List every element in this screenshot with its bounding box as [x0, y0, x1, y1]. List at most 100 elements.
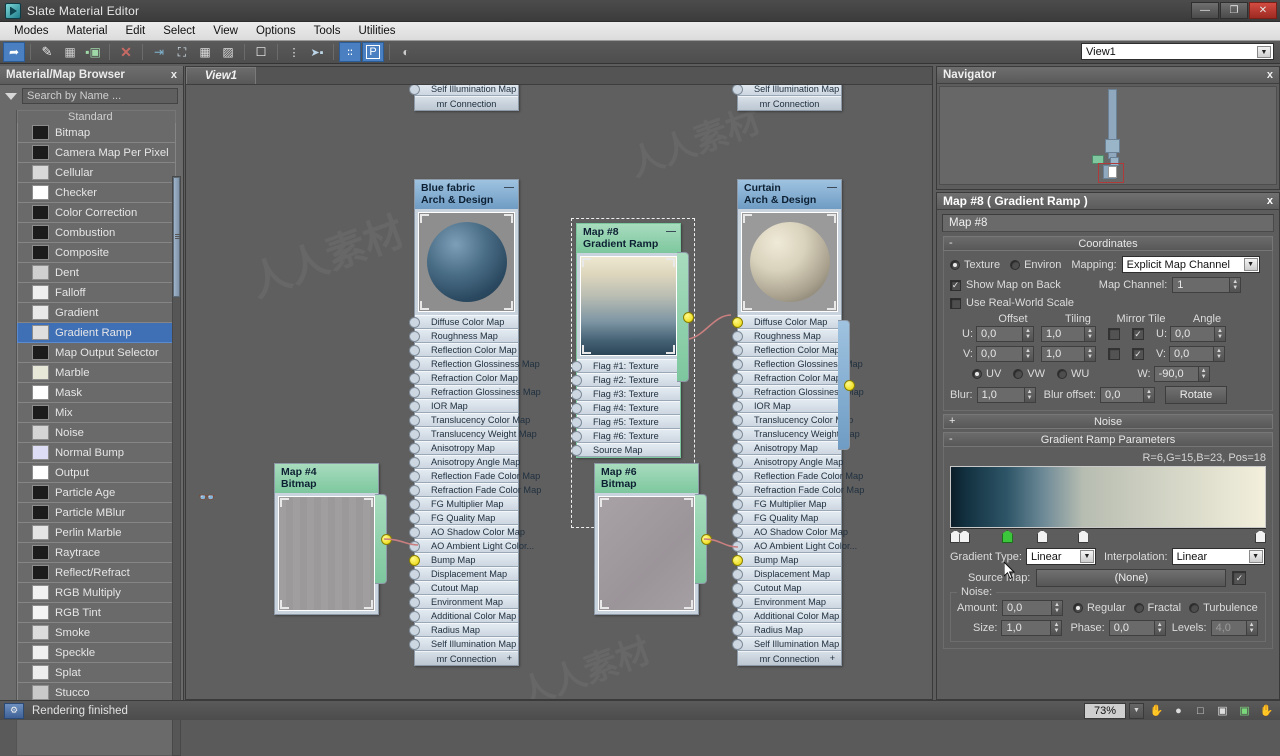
mirror-u-checkbox[interactable] [1108, 328, 1120, 340]
node-slot[interactable]: AO Ambient Light Color... [409, 539, 534, 553]
node-slot[interactable]: Anisotropy Map [732, 441, 841, 455]
node-slot[interactable]: FG Multiplier Map [409, 497, 518, 511]
angle-u-value[interactable]: 0,0 [1170, 326, 1215, 342]
node-slot[interactable]: Translucency Weight Map [409, 427, 537, 441]
node-slot[interactable]: Refraction Color Map [409, 371, 518, 385]
pan-all-icon[interactable]: ✋ [1257, 702, 1276, 719]
node-slot[interactable]: Additional Color Map [732, 609, 841, 623]
node-slot-connector[interactable] [409, 85, 420, 95]
gradient-flag-2[interactable] [959, 530, 971, 543]
search-input[interactable]: Search by Name ... [22, 88, 178, 104]
node-slot-connector[interactable] [732, 443, 743, 454]
move-children-icon[interactable]: ⇥ [148, 42, 170, 62]
node-slot[interactable]: Translucency Color Map [732, 413, 853, 427]
node-slot-connector[interactable] [409, 415, 420, 426]
node-slot-connector[interactable] [409, 471, 420, 482]
node-slot[interactable]: Environment Map [732, 595, 841, 609]
gradient-flag-4[interactable] [1036, 530, 1048, 543]
angle-w-value[interactable]: -90,0 [1153, 366, 1199, 382]
blur-offset-value[interactable]: 0,0 [1100, 387, 1145, 403]
node-slot-connector[interactable] [409, 611, 420, 622]
node-slot-connector[interactable] [409, 387, 420, 398]
menu-tools[interactable]: Tools [305, 23, 350, 39]
source-map-enable-checkbox[interactable]: ✓ [1232, 571, 1247, 585]
node-slot-connector[interactable] [409, 639, 420, 650]
node-slot[interactable]: FG Quality Map [409, 511, 518, 525]
noise-phase-spin-buttons[interactable]: ▲ ▼ [1154, 620, 1166, 636]
node-slot[interactable]: Self Illumination Map [409, 637, 518, 651]
browser-item-splat[interactable]: Splat [17, 663, 176, 683]
browser-scrollbar-thumb[interactable] [173, 177, 180, 297]
node-slot-connector[interactable] [409, 541, 420, 552]
offset-u-spinner[interactable]: 0,0 ▲ ▼ [976, 326, 1034, 342]
node-slot-connector[interactable] [732, 569, 743, 580]
map-channel-spin-buttons[interactable]: ▲ ▼ [1230, 277, 1242, 293]
delete-selected-icon[interactable]: ✕ [115, 42, 137, 62]
gradient-ramp-preview[interactable] [950, 466, 1266, 528]
noise-amount-spin-buttons[interactable]: ▲ ▼ [1051, 600, 1063, 616]
angle-v-spinner[interactable]: 0,0 ▲ ▼ [1169, 346, 1225, 362]
material-list[interactable]: Standard Bitmap Camera Map Per Pixel Cellu… [16, 110, 176, 755]
node-map6[interactable]: Map #6 Bitmap [594, 463, 712, 615]
browser-item-cellular[interactable]: Cellular [17, 163, 176, 183]
node-slot-connector[interactable] [732, 555, 743, 566]
offset-v-spinner[interactable]: 0,0 ▲ ▼ [976, 346, 1034, 362]
node-slot-connector[interactable] [409, 359, 420, 370]
node-slot-connector[interactable] [732, 625, 743, 636]
lay-out-all-children-icon[interactable]: ∶∶ [339, 42, 361, 62]
noise-phase-value[interactable]: 0,0 [1108, 620, 1155, 636]
node-curtain[interactable]: Curtain Arch & Design — Diffuse Color Map Ro… [732, 179, 864, 666]
node-slot[interactable]: Refraction Glossiness Map [409, 385, 541, 399]
zoom-extents-icon[interactable]: ▣ [1235, 702, 1254, 719]
menu-material[interactable]: Material [58, 23, 117, 39]
node-slot[interactable]: AO Shadow Color Map [732, 525, 848, 539]
zoom-extents-selected-icon[interactable]: ▣ [1213, 702, 1232, 719]
browser-item-mask[interactable]: Mask [17, 383, 176, 403]
node-slot[interactable]: IOR Map [409, 399, 518, 413]
chevron-down-icon[interactable]: ▼ [1248, 550, 1263, 563]
node-slot[interactable]: Environment Map [409, 595, 518, 609]
browser-item-marble[interactable]: Marble [17, 363, 176, 383]
node-footer[interactable]: mr Connection + [738, 651, 841, 665]
node-slot[interactable]: FG Quality Map [732, 511, 841, 525]
menu-utilities[interactable]: Utilities [349, 23, 404, 39]
coordinates-rollout-header[interactable]: - Coordinates [943, 236, 1273, 251]
tile-u-checkbox[interactable]: ✓ [1132, 328, 1144, 340]
node-slot-connector[interactable] [732, 485, 743, 496]
select-by-material-icon[interactable]: ⋮ [283, 42, 305, 62]
node-minimize-icon[interactable]: — [827, 182, 837, 194]
node-slot[interactable]: Reflection Color Map [732, 343, 841, 357]
node-slot-connector[interactable] [409, 345, 420, 356]
node-slot-connector[interactable] [409, 499, 420, 510]
tiling-v-value[interactable]: 1,0 [1041, 346, 1085, 362]
node-slot-connector[interactable] [409, 583, 420, 594]
node-slot[interactable]: Reflection Glossiness Map [409, 357, 540, 371]
tiling-u-value[interactable]: 1,0 [1041, 326, 1085, 342]
angle-w-spin-buttons[interactable]: ▲ ▼ [1198, 366, 1210, 382]
map-name-input[interactable]: Map #8 [942, 214, 1274, 232]
browser-item-dent[interactable]: Dent [17, 263, 176, 283]
node-slot[interactable]: Radius Map [732, 623, 841, 637]
node-header[interactable]: Curtain Arch & Design — [738, 180, 841, 209]
node-slot[interactable]: Reflection Color Map [409, 343, 518, 357]
tiling-v-spin-buttons[interactable]: ▲ ▼ [1085, 346, 1096, 362]
material-map-navigator-icon[interactable]: ◐ [395, 42, 417, 62]
chevron-down-icon[interactable]: ▼ [1243, 258, 1258, 271]
browser-item-particle-age[interactable]: Particle Age [17, 483, 176, 503]
browser-item-rgb-tint[interactable]: RGB Tint [17, 603, 176, 623]
node-slot-connector[interactable] [409, 513, 420, 524]
noise-amount-value[interactable]: 0,0 [1001, 600, 1052, 616]
node-slot-connector[interactable] [732, 401, 743, 412]
noise-turbulence-radio[interactable] [1189, 603, 1200, 613]
browser-item-raytrace[interactable]: Raytrace [17, 543, 176, 563]
show-map-on-back-checkbox[interactable]: ✓ [950, 279, 961, 291]
node-slot-connector[interactable] [732, 429, 743, 440]
gradient-flag-3[interactable] [1001, 530, 1013, 543]
node-slot-connector[interactable] [732, 457, 743, 468]
browser-close-icon[interactable]: x [171, 69, 177, 81]
node-slot[interactable]: Diffuse Color Map [732, 315, 841, 329]
noise-expand-icon[interactable]: + [949, 415, 955, 427]
node-header[interactable]: Map #6 Bitmap [595, 464, 698, 493]
node-slot-connector[interactable] [409, 429, 420, 440]
node-slot-connector[interactable] [732, 611, 743, 622]
